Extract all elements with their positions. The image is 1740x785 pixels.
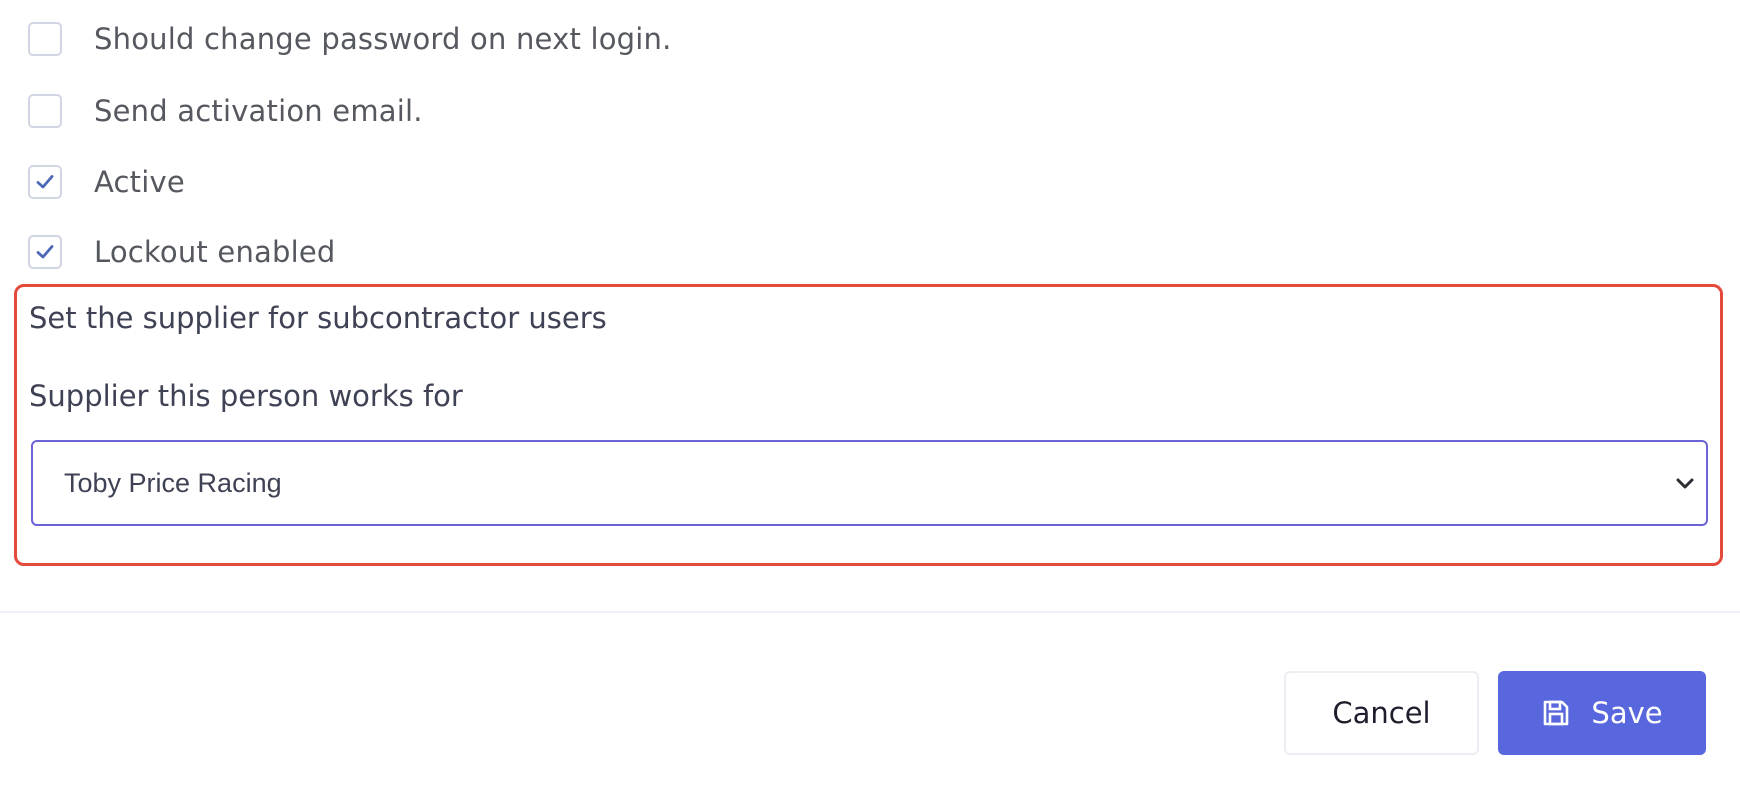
chevron-down-icon xyxy=(1674,473,1696,499)
send-activation-label: Send activation email. xyxy=(94,94,423,128)
send-activation-checkbox[interactable] xyxy=(28,94,62,128)
option-active[interactable]: Active xyxy=(28,162,185,202)
floppy-disk-icon xyxy=(1541,698,1571,728)
check-icon xyxy=(36,175,54,189)
active-checkbox[interactable] xyxy=(28,165,62,199)
supplier-section: Set the supplier for subcontractor users… xyxy=(14,284,1723,566)
change-password-label: Should change password on next login. xyxy=(94,22,672,56)
supplier-field-label: Supplier this person works for xyxy=(29,379,463,413)
option-lockout[interactable]: Lockout enabled xyxy=(28,232,336,272)
change-password-checkbox[interactable] xyxy=(28,22,62,56)
active-label: Active xyxy=(94,165,185,199)
save-button[interactable]: Save xyxy=(1498,671,1706,755)
lockout-label: Lockout enabled xyxy=(94,235,336,269)
option-send-activation[interactable]: Send activation email. xyxy=(28,91,423,131)
lockout-checkbox[interactable] xyxy=(28,235,62,269)
supplier-select-value: Toby Price Racing xyxy=(64,468,282,498)
supplier-select[interactable]: Toby Price Racing xyxy=(31,440,1708,526)
cancel-button-label: Cancel xyxy=(1332,696,1431,730)
cancel-button[interactable]: Cancel xyxy=(1284,671,1479,755)
supplier-section-heading: Set the supplier for subcontractor users xyxy=(29,301,607,335)
footer-divider xyxy=(0,611,1740,613)
option-change-password[interactable]: Should change password on next login. xyxy=(28,19,672,59)
save-button-label: Save xyxy=(1591,696,1663,730)
check-icon xyxy=(36,245,54,259)
